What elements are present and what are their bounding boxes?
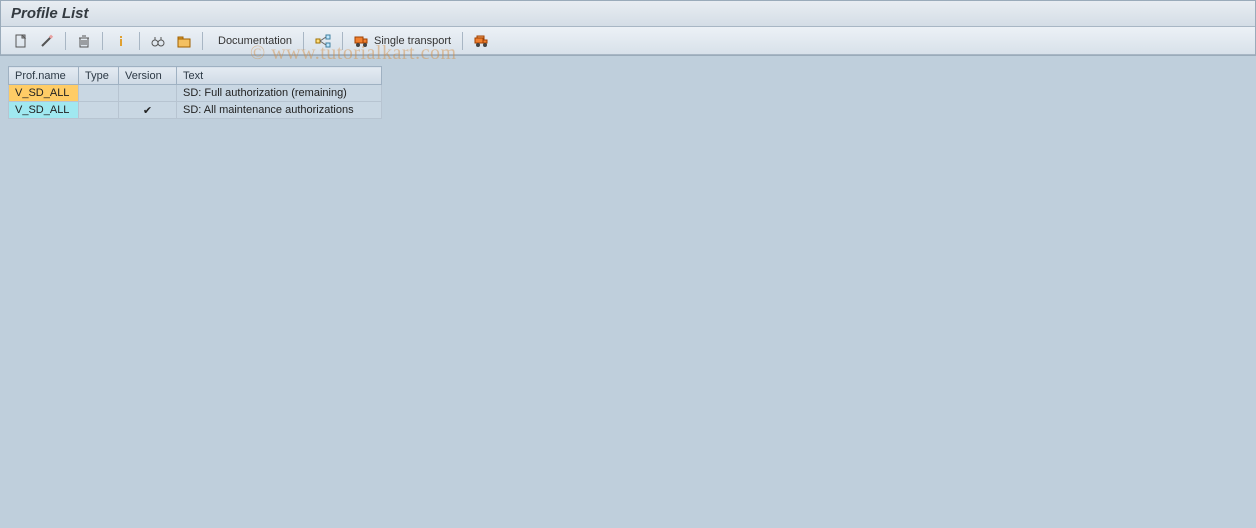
profile-table: Prof.name Type Version Text V_SD_ALL SD: … (8, 66, 382, 119)
col-header-text[interactable]: Text (177, 67, 382, 85)
toolbar: Documentation Single transport (1, 27, 1255, 55)
col-header-type[interactable]: Type (79, 67, 119, 85)
truck-icon (354, 34, 370, 48)
hierarchy-icon (315, 34, 331, 48)
pencil-icon (40, 34, 54, 48)
page-title: Profile List (11, 5, 1245, 22)
col-header-profname[interactable]: Prof.name (9, 67, 79, 85)
where-used-button[interactable] (310, 31, 336, 51)
single-transport-label: Single transport (374, 35, 451, 47)
cell-type[interactable] (79, 85, 119, 102)
toolbar-separator (342, 32, 343, 50)
cell-type[interactable] (79, 102, 119, 119)
create-button[interactable] (9, 31, 33, 51)
title-bar: Profile List (1, 1, 1255, 27)
col-header-version[interactable]: Version (119, 67, 177, 85)
content-area: Prof.name Type Version Text V_SD_ALL SD: … (0, 56, 1256, 129)
documentation-button[interactable]: Documentation (209, 32, 297, 50)
cell-version[interactable] (119, 85, 177, 102)
trash-icon (77, 34, 91, 48)
truck-multi-icon (474, 34, 492, 48)
cell-text[interactable]: SD: All maintenance authorizations (177, 102, 382, 119)
info-icon (114, 34, 128, 48)
delete-button[interactable] (72, 31, 96, 51)
find-button[interactable] (146, 31, 170, 51)
documentation-label: Documentation (218, 35, 292, 47)
binoculars-icon (151, 34, 165, 48)
toolbar-separator (462, 32, 463, 50)
toolbar-separator (139, 32, 140, 50)
folder-icon (177, 34, 191, 48)
edit-button[interactable] (35, 31, 59, 51)
cell-profname[interactable]: V_SD_ALL (9, 102, 79, 119)
toolbar-separator (65, 32, 66, 50)
toolbar-separator (102, 32, 103, 50)
toolbar-separator (202, 32, 203, 50)
table-row[interactable]: V_SD_ALL ✔SD: All maintenance authorizati… (9, 102, 382, 119)
table-header-row: Prof.name Type Version Text (9, 67, 382, 85)
table-row[interactable]: V_SD_ALL SD: Full authorization (remainin… (9, 85, 382, 102)
mass-transport-button[interactable] (469, 31, 497, 51)
overview-button[interactable] (172, 31, 196, 51)
toolbar-separator (303, 32, 304, 50)
cell-profname[interactable]: V_SD_ALL (9, 85, 79, 102)
info-button[interactable] (109, 31, 133, 51)
single-transport-button[interactable]: Single transport (349, 31, 456, 51)
document-icon (14, 34, 28, 48)
cell-version[interactable]: ✔ (119, 102, 177, 119)
cell-text[interactable]: SD: Full authorization (remaining) (177, 85, 382, 102)
